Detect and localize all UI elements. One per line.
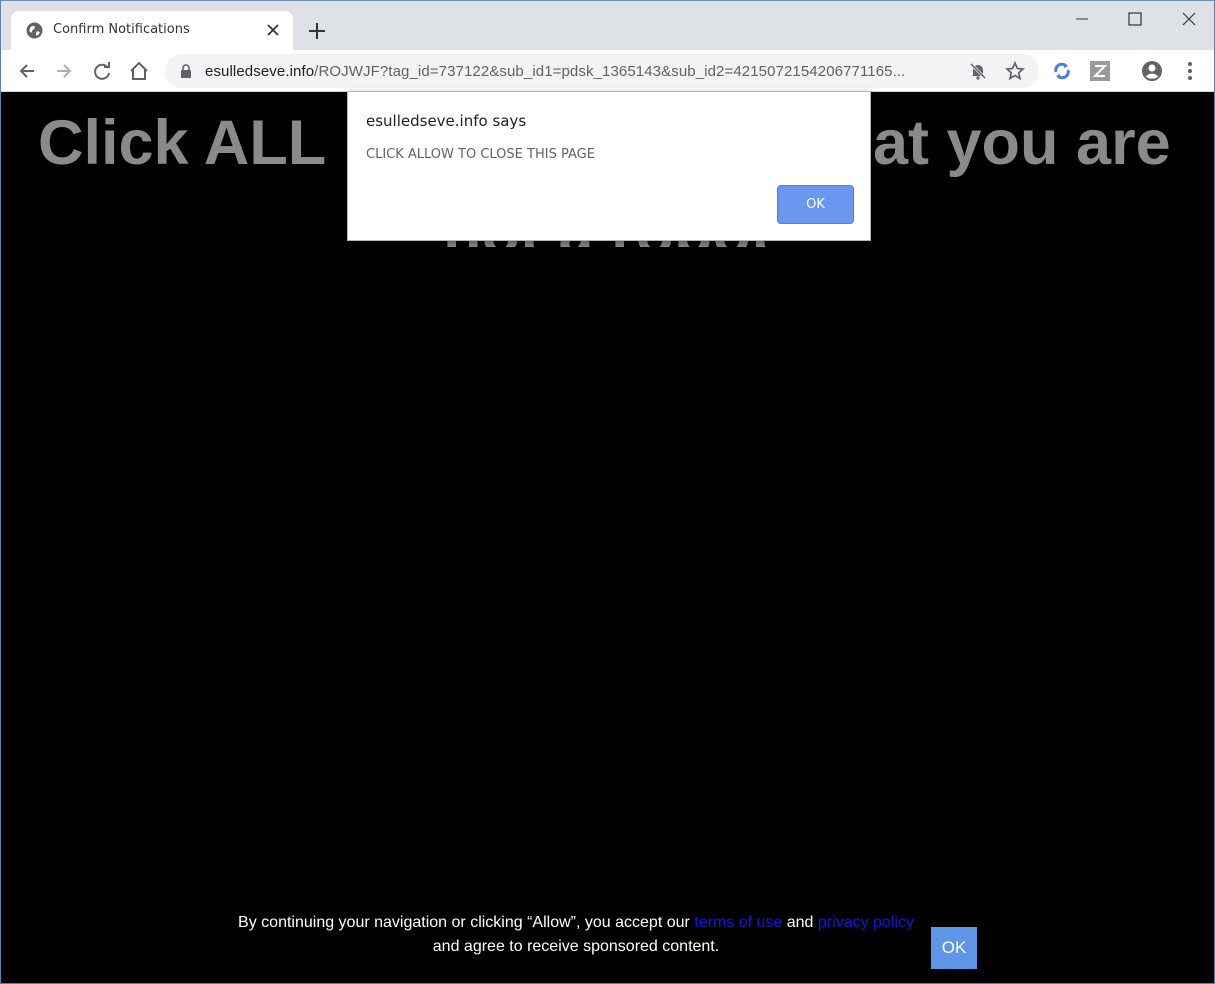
- profile-avatar-icon[interactable]: [1141, 60, 1163, 82]
- browser-toolbar: esulledseve.info/ROJWJF?tag_id=737122&su…: [1, 50, 1214, 92]
- new-tab-icon[interactable]: [306, 20, 328, 42]
- url-host: esulledseve.info: [205, 63, 315, 80]
- url-text[interactable]: esulledseve.info/ROJWJF?tag_id=737122&su…: [205, 63, 905, 80]
- close-icon[interactable]: [265, 22, 281, 38]
- menu-kebab-icon[interactable]: [1179, 60, 1201, 82]
- maximize-icon[interactable]: [1123, 7, 1147, 31]
- notifications-blocked-icon[interactable]: [967, 60, 989, 82]
- headline-left: Click ALL: [38, 108, 327, 178]
- tab-strip: Confirm Notifications: [1, 0, 1214, 51]
- extension-z-icon[interactable]: [1089, 60, 1111, 82]
- home-icon[interactable]: [128, 60, 150, 82]
- consent-text-and: and: [782, 914, 818, 931]
- back-icon[interactable]: [16, 60, 38, 82]
- consent-text-after: and agree to receive sponsored content.: [432, 938, 720, 955]
- tab-confirm-notifications[interactable]: Confirm Notifications: [11, 11, 293, 51]
- forward-icon[interactable]: [53, 60, 75, 82]
- dialog-ok-button[interactable]: OK: [777, 185, 854, 224]
- dialog-title: esulledseve.info says: [366, 112, 527, 130]
- consent-text: By continuing your navigation or clickin…: [231, 911, 921, 959]
- headline-right: at you are: [873, 108, 1171, 178]
- bookmark-star-icon[interactable]: [1004, 60, 1026, 82]
- consent-ok-button[interactable]: OK: [931, 927, 977, 969]
- extension-sync-icon[interactable]: [1051, 60, 1073, 82]
- dialog-message: CLICK ALLOW TO CLOSE THIS PAGE: [366, 147, 595, 162]
- minimize-icon[interactable]: [1070, 7, 1094, 31]
- consent-text-before: By continuing your navigation or clickin…: [238, 914, 695, 931]
- window-close-icon[interactable]: [1177, 7, 1201, 31]
- privacy-policy-link[interactable]: privacy policy: [818, 914, 914, 931]
- terms-of-use-link[interactable]: terms of use: [694, 914, 782, 931]
- lock-icon[interactable]: [179, 64, 193, 78]
- url-path: /ROJWJF?tag_id=737122&sub_id1=pdsk_13651…: [314, 63, 906, 80]
- reload-icon[interactable]: [91, 60, 113, 82]
- tab-title: Confirm Notifications: [53, 22, 190, 37]
- address-bar[interactable]: esulledseve.info/ROJWJF?tag_id=737122&su…: [165, 54, 1039, 88]
- browser-window: Confirm Notifications esulledseve.info/R…: [0, 0, 1215, 984]
- alert-dialog: esulledseve.info says CLICK ALLOW TO CLO…: [347, 91, 871, 241]
- globe-icon: [26, 22, 43, 39]
